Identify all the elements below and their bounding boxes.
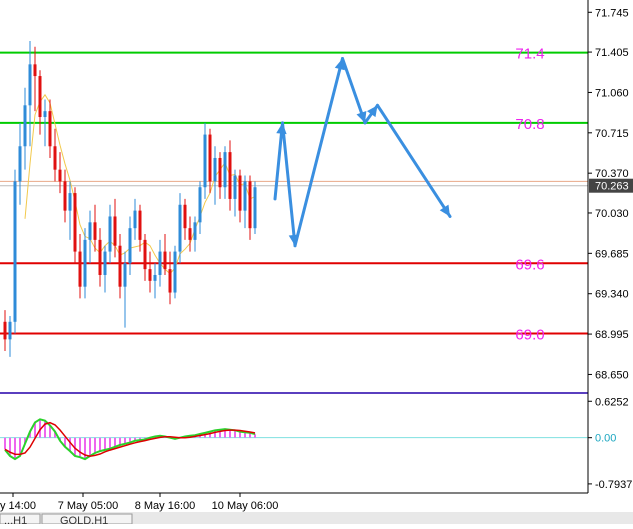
- osc-tick-label: 0.00: [595, 433, 616, 445]
- candle-body: [113, 216, 117, 246]
- candle-body: [178, 204, 182, 252]
- candle-body: [28, 64, 32, 106]
- candle-body: [193, 222, 197, 240]
- candle-body: [238, 175, 242, 211]
- candle-body: [108, 216, 112, 252]
- price-tick-label: 68.995: [595, 329, 629, 341]
- candle-body: [88, 222, 92, 240]
- candle-body: [103, 251, 107, 275]
- candle-body: [8, 321, 12, 340]
- candle-body: [43, 111, 47, 118]
- candle-body: [143, 239, 147, 270]
- candle-body: [138, 210, 142, 240]
- price-tick-label: 70.370: [595, 168, 629, 180]
- candle-body: [253, 187, 257, 229]
- time-tick-label: 7 May 05:00: [58, 500, 119, 512]
- candle-body: [233, 175, 237, 199]
- candle-body: [158, 251, 162, 275]
- candle-body: [13, 181, 17, 322]
- candle-body: [3, 321, 7, 340]
- osc-tick-label: 0.6252: [595, 396, 629, 408]
- candle-body: [48, 111, 52, 147]
- candle-body: [18, 146, 22, 182]
- candle-body: [208, 134, 212, 182]
- candle-body: [153, 274, 157, 281]
- candle-body: [203, 134, 207, 188]
- candle-body: [118, 245, 122, 287]
- price-tick-label: 71.060: [595, 87, 629, 99]
- candle-body: [73, 193, 77, 252]
- candle-body: [38, 76, 42, 118]
- price-tick-label: 69.685: [595, 248, 629, 260]
- candle-body: [243, 181, 247, 211]
- price-tick-label: 69.340: [595, 289, 629, 301]
- level-label-69.6: 69.6: [515, 256, 544, 273]
- candle-body: [148, 269, 152, 281]
- level-label-69.0: 69.0: [515, 326, 544, 343]
- time-tick-label: 8 May 16:00: [135, 500, 196, 512]
- chart-canvas[interactable]: 71.4 70.8 69.6 69.0 71.745 71.405 71.060 70.71…: [0, 0, 633, 527]
- symbol-tab-label[interactable]: ...H1: [4, 515, 27, 527]
- candle-body: [228, 152, 232, 199]
- candle-body: [23, 105, 27, 147]
- level-label-70.8: 70.8: [515, 116, 544, 133]
- candle-body: [53, 146, 57, 170]
- candle-body: [33, 64, 37, 77]
- candle-body: [128, 228, 132, 264]
- candle-body: [188, 228, 192, 240]
- price-tick-label: 70.715: [595, 128, 629, 140]
- symbol-tab-label[interactable]: GOLD,H1: [60, 515, 108, 527]
- price-tick-label: 71.745: [595, 7, 629, 19]
- candle-body: [223, 152, 227, 188]
- candle-body: [83, 239, 87, 287]
- current-price-label: 70.263: [595, 181, 629, 193]
- candle-body: [68, 193, 72, 211]
- candle-body: [98, 239, 102, 275]
- candle-body: [198, 187, 202, 223]
- candle-body: [168, 269, 172, 293]
- candle-body: [123, 263, 127, 287]
- time-tick-label: y 14:00: [0, 500, 36, 512]
- candle-body: [58, 169, 62, 182]
- candle-body: [213, 157, 217, 182]
- candle-body: [93, 222, 97, 240]
- price-tick-label: 71.405: [595, 47, 629, 59]
- price-tick-label: 68.650: [595, 369, 629, 381]
- candle-body: [78, 251, 82, 287]
- tabs-layer[interactable]: ...H1 GOLD,H1: [0, 512, 633, 527]
- price-tick-label: 70.030: [595, 208, 629, 220]
- osc-tick-label: -0.7937: [595, 479, 632, 491]
- candle-body: [173, 251, 177, 293]
- candle-body: [133, 210, 137, 229]
- level-label-71.4: 71.4: [515, 46, 544, 63]
- candle-body: [183, 204, 187, 229]
- candle-body: [63, 181, 67, 211]
- candle-body: [248, 181, 252, 229]
- forex-chart-window[interactable]: 71.4 70.8 69.6 69.0 71.745 71.405 71.060 70.71…: [0, 0, 633, 527]
- time-tick-label: 10 May 06:00: [212, 500, 279, 512]
- candle-body: [163, 251, 167, 270]
- candle-body: [218, 157, 222, 188]
